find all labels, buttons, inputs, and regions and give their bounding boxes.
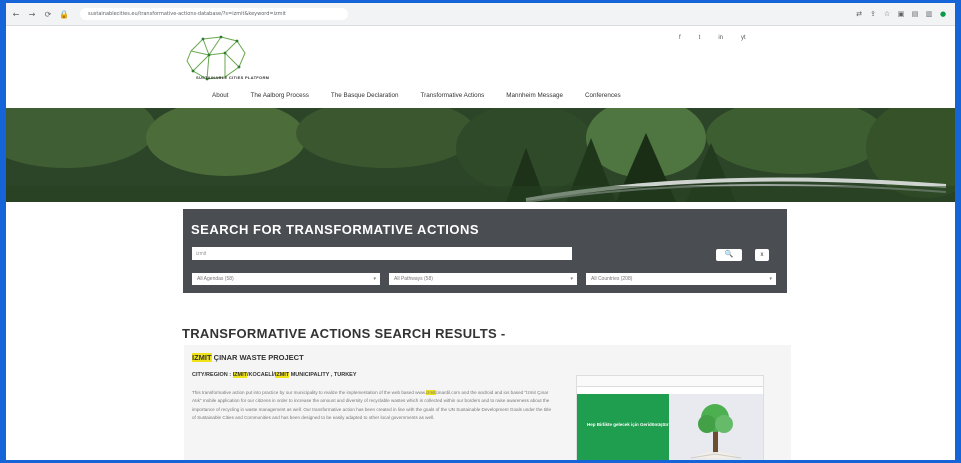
search-panel: SEARCH FOR TRANSFORMATIVE ACTIONS 🔍 x Al… xyxy=(183,209,787,293)
twitter-icon[interactable]: t xyxy=(699,35,701,41)
menu-item-basque-declaration[interactable]: The Basque Declaration xyxy=(331,92,399,99)
star-icon[interactable]: ☆ xyxy=(883,10,891,18)
chevron-down-icon: ▾ xyxy=(373,276,376,282)
search-icon: 🔍 xyxy=(724,251,734,258)
sidebar-icon[interactable]: ▥ xyxy=(925,10,933,18)
menu-item-transformative-actions[interactable]: Transformative Actions xyxy=(420,92,484,99)
chevron-down-icon: ▾ xyxy=(570,276,573,282)
reload-icon[interactable]: ⟳ xyxy=(42,10,54,19)
chevron-down-icon: ▾ xyxy=(769,276,772,282)
pathway-filter-label: All Pathways (58) xyxy=(394,276,433,282)
country-filter-label: All Countries (208) xyxy=(591,276,633,282)
search-input[interactable] xyxy=(192,247,572,260)
result-description: This transformative action put into prac… xyxy=(192,390,552,421)
forest-bridge-image xyxy=(6,108,955,202)
thumbnail-header xyxy=(577,376,763,387)
facebook-icon[interactable]: f xyxy=(679,35,681,41)
site-header: SUSTAINABLE CITIES PLATFORM f t in yt Ab… xyxy=(6,26,955,108)
result-thumbnail[interactable]: Hep Birlikte gelecek için Geridönüştür xyxy=(576,375,764,460)
logo-text: SUSTAINABLE CITIES PLATFORM xyxy=(196,75,270,80)
tree-icon xyxy=(690,404,742,459)
share-icon[interactable]: ⇪ xyxy=(869,10,877,18)
linkedin-icon[interactable]: in xyxy=(718,35,723,41)
result-item[interactable]: IZMIT ÇINAR WASTE PROJECT CITY/REGION : … xyxy=(184,345,791,460)
lock-icon: 🔒 xyxy=(59,9,69,19)
back-icon[interactable]: ← xyxy=(10,10,22,19)
main-menu: About The Aalborg Process The Basque Dec… xyxy=(212,92,643,99)
address-bar[interactable]: sustainablecities.eu/transformative-acti… xyxy=(80,8,348,20)
reset-button[interactable]: x xyxy=(755,249,769,261)
thumbnail-image xyxy=(669,394,763,460)
menu-item-aalborg-process[interactable]: The Aalborg Process xyxy=(250,92,308,99)
thumbnail-text: Hep Birlikte gelecek için Geridönüştür xyxy=(587,422,669,427)
results-heading: TRANSFORMATIVE ACTIONS SEARCH RESULTS - xyxy=(182,326,506,341)
hero-banner xyxy=(6,108,955,202)
extension-icon[interactable]: ▣ xyxy=(897,10,905,18)
menu-item-mannheim-message[interactable]: Mannheim Message xyxy=(506,92,563,99)
youtube-icon[interactable]: yt xyxy=(741,35,746,41)
browser-toolbar: ← → ⟳ 🔒 sustainablecities.eu/transformat… xyxy=(6,3,955,26)
result-title[interactable]: IZMIT ÇINAR WASTE PROJECT xyxy=(192,353,304,362)
agenda-filter[interactable]: All Agendas (58) ▾ xyxy=(192,273,380,285)
translate-icon[interactable]: ⇄ xyxy=(855,10,863,18)
search-title: SEARCH FOR TRANSFORMATIVE ACTIONS xyxy=(191,222,480,237)
tab-icon[interactable]: ▤ xyxy=(911,10,919,18)
agenda-filter-label: All Agendas (58) xyxy=(197,276,234,282)
country-filter[interactable]: All Countries (208) ▾ xyxy=(586,273,776,285)
profile-icon[interactable]: ● xyxy=(939,10,947,18)
result-city: CITY/REGION : IZMIT/KOCAELİ/IZMIT MUNICI… xyxy=(192,372,357,378)
pathway-filter[interactable]: All Pathways (58) ▾ xyxy=(389,273,577,285)
menu-item-conferences[interactable]: Conferences xyxy=(585,92,621,99)
browser-window: ← → ⟳ 🔒 sustainablecities.eu/transformat… xyxy=(6,3,955,460)
menu-item-about[interactable]: About xyxy=(212,92,228,99)
forward-icon[interactable]: → xyxy=(26,10,38,19)
social-links: f t in yt xyxy=(679,35,764,41)
search-button[interactable]: 🔍 xyxy=(716,249,742,261)
